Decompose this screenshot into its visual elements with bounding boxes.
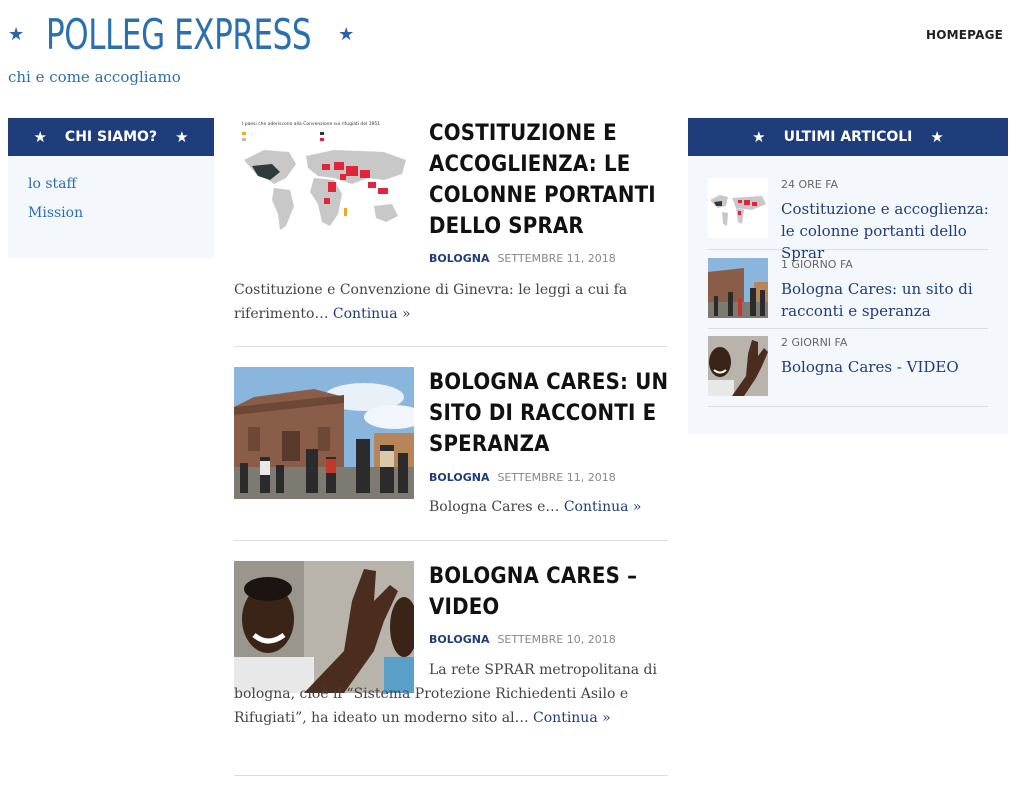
star-icon: ★ [8,23,25,45]
recent-article-time: 2 GIORNI FA [781,336,848,349]
star-icon: ★ [930,128,944,146]
link-lo-staff[interactable]: lo staff [28,176,194,192]
nav-homepage-link[interactable]: HOMEPAGE [926,28,1003,42]
post-category-link[interactable]: BOLOGNA [429,471,489,484]
continue-reading-link[interactable]: Continua » [533,710,611,726]
post-item: I paesi che aderiscono alla Convenzione … [234,118,668,348]
post-meta: BOLOGNA SETTEMBRE 11, 2018 [429,252,616,265]
widget-title-bar: ★ ULTIMI ARTICOLI ★ [688,118,1008,156]
post-item: BOLOGNA CARES – VIDEO BOLOGNA SETTEMBRE 1… [234,561,668,777]
recent-article-item: 2 GIORNI FA Bologna Cares - VIDEO [708,336,988,408]
post-divider [234,346,668,347]
post-divider [234,540,668,541]
post-divider [234,775,668,776]
recent-article-item: 24 ORE FA Costituzione e accoglienza: le… [708,178,989,262]
post-category-link[interactable]: BOLOGNA [429,252,489,265]
star-icon: ★ [33,128,47,146]
post-title-link[interactable]: BOLOGNA CARES: UN SITO DI RACCONTI E SPE… [429,367,669,460]
recent-divider [708,406,988,407]
recent-article-item: 1 GIORNO FA Bologna Cares: un sito di ra… [708,258,988,330]
excerpt-text: Costituzione e Convenzione di Ginevra: l… [234,282,628,322]
post-title-link[interactable]: COSTITUZIONE E ACCOGLIENZA: LE COLONNE P… [429,118,669,242]
recent-divider [708,328,988,329]
post-category-link[interactable]: BOLOGNA [429,633,489,646]
recent-article-time: 1 GIORNO FA [781,258,853,271]
site-header: ★ POLLEG EXPRESS ★ chi e come accogliamo… [0,0,1031,110]
widget-title: CHI SIAMO? [64,129,158,145]
post-date: SETTEMBRE 10, 2018 [497,633,616,646]
post-excerpt: La rete SPRAR metropolitana di bologna, … [234,658,668,730]
recent-divider [708,249,988,250]
recent-article-link[interactable]: Bologna Cares - VIDEO [781,356,991,378]
recent-article-thumbnail[interactable] [708,336,768,396]
recent-article-thumbnail[interactable] [708,178,768,238]
star-icon: ★ [338,23,355,45]
post-thumbnail-world-map[interactable]: I paesi che aderiscono alla Convenzione … [234,118,414,250]
post-date: SETTEMBRE 11, 2018 [497,252,616,265]
post-title-link[interactable]: BOLOGNA CARES – VIDEO [429,561,669,623]
post-excerpt: Costituzione e Convenzione di Ginevra: l… [234,278,668,326]
post-meta: BOLOGNA SETTEMBRE 11, 2018 [429,471,616,484]
post-excerpt: Bologna Cares e… Continua » [429,495,669,519]
link-mission[interactable]: Mission [28,205,194,221]
recent-article-thumbnail[interactable] [708,258,768,318]
excerpt-text: Bologna Cares e… [429,499,560,515]
ultimi-articoli-widget: ★ ULTIMI ARTICOLI ★ 24 ORE FA Costituzio… [688,118,1008,434]
post-date: SETTEMBRE 11, 2018 [497,471,616,484]
chi-siamo-widget: ★ CHI SIAMO? ★ lo staff Mission [8,118,214,258]
map-caption: I paesi che aderiscono alla Convenzione … [242,121,380,127]
post-thumbnail-bologna-square[interactable] [234,367,414,499]
site-tagline: chi e come accogliamo [8,68,181,86]
widget-links: lo staff Mission [8,156,214,254]
recent-article-link[interactable]: Bologna Cares: un sito di racconti e spe… [781,278,991,322]
recent-article-link[interactable]: Costituzione e accoglienza: le colonne p… [781,198,991,264]
recent-article-time: 24 ORE FA [781,178,839,191]
post-meta: BOLOGNA SETTEMBRE 10, 2018 [429,633,616,646]
continue-reading-link[interactable]: Continua » [564,499,642,515]
continue-reading-link[interactable]: Continua » [333,306,411,322]
star-icon: ★ [752,128,766,146]
widget-title-bar: ★ CHI SIAMO? ★ [8,118,214,156]
site-logo[interactable]: ★ POLLEG EXPRESS ★ [8,10,354,59]
post-item: BOLOGNA CARES: UN SITO DI RACCONTI E SPE… [234,367,668,543]
star-icon: ★ [175,128,189,146]
site-title[interactable]: POLLEG EXPRESS [46,10,312,59]
widget-title: ULTIMI ARTICOLI [783,129,913,145]
